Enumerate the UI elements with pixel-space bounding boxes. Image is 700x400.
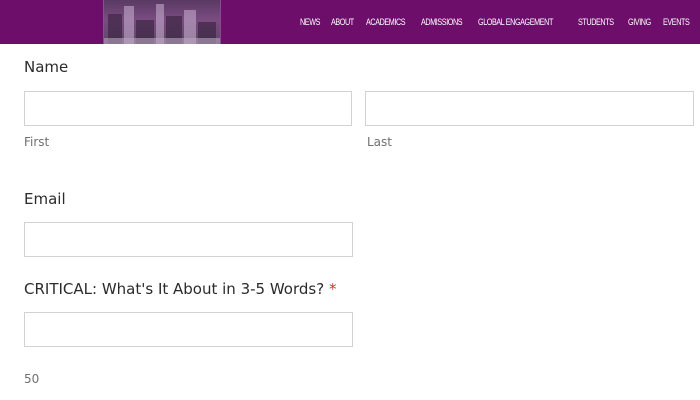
name-label: Name: [24, 58, 69, 76]
critical-label-text: CRITICAL: What's It About in 3-5 Words?: [24, 280, 325, 298]
critical-label: CRITICAL: What's It About in 3-5 Words? …: [24, 280, 336, 298]
nav-global-engagement[interactable]: GLOBAL ENGAGEMENT: [478, 17, 553, 27]
nav-students[interactable]: STUDENTS: [578, 17, 614, 27]
banner-photo: [103, 0, 221, 44]
main-nav: NEWS ABOUT ACADEMICS ADMISSIONS GLOBAL E…: [300, 15, 696, 29]
nav-giving[interactable]: GIVING: [628, 17, 651, 27]
site-header: NEWS ABOUT ACADEMICS ADMISSIONS GLOBAL E…: [0, 0, 700, 44]
nav-about[interactable]: ABOUT: [331, 17, 354, 27]
nav-events[interactable]: EVENTS: [663, 17, 690, 27]
critical-summary-input[interactable]: [24, 312, 353, 347]
required-mark: *: [328, 280, 337, 298]
first-name-sublabel: First: [24, 135, 50, 149]
last-name-sublabel: Last: [367, 135, 392, 149]
nav-news[interactable]: NEWS: [300, 17, 320, 27]
email-label: Email: [24, 190, 66, 208]
first-name-input[interactable]: [24, 91, 352, 126]
nav-admissions[interactable]: ADMISSIONS: [421, 17, 463, 27]
last-name-input[interactable]: [365, 91, 694, 126]
character-counter: 50: [24, 372, 40, 386]
page: NEWS ABOUT ACADEMICS ADMISSIONS GLOBAL E…: [0, 0, 700, 400]
nav-academics[interactable]: ACADEMICS: [366, 17, 406, 27]
email-input[interactable]: [24, 222, 353, 257]
